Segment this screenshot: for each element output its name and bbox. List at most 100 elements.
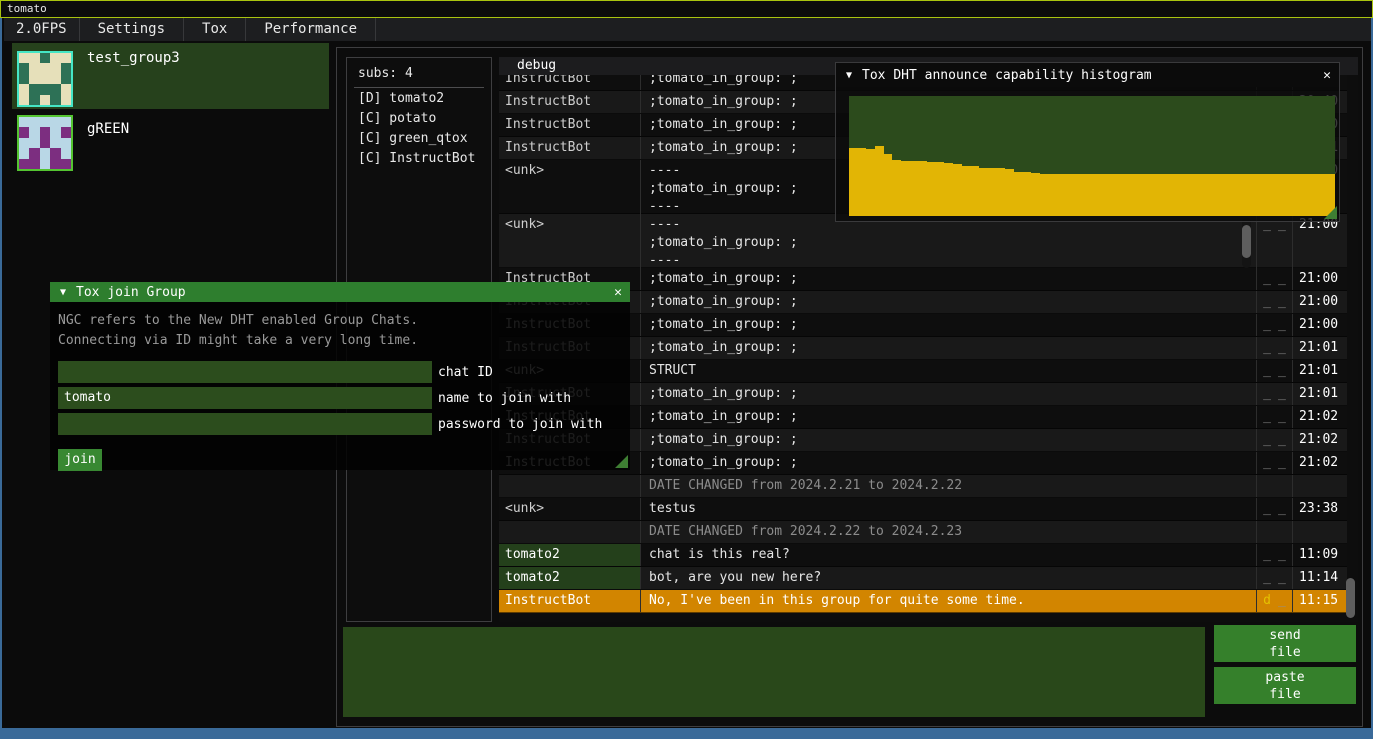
- message-status: [1256, 475, 1292, 497]
- chat-id-field[interactable]: [58, 361, 432, 383]
- message-time: 11:14: [1292, 567, 1347, 589]
- message-text: testus: [640, 498, 1256, 520]
- message-status: __: [1256, 429, 1292, 451]
- histogram-bar: [1257, 174, 1266, 216]
- chat-scrollbar-thumb[interactable]: [1346, 578, 1355, 618]
- resize-grip-icon[interactable]: [1324, 206, 1337, 219]
- histogram-bar: [1040, 174, 1049, 216]
- menu-item-tox[interactable]: Tox: [184, 18, 246, 41]
- histogram-bar: [1092, 174, 1101, 216]
- collapse-icon[interactable]: ▼: [60, 287, 66, 298]
- message-text: chat is this real?: [640, 544, 1256, 566]
- sender-name: InstructBot: [499, 590, 640, 612]
- histogram-bar: [1057, 174, 1066, 216]
- menu-bar: 2.0FPS SettingsToxPerformance: [4, 18, 1371, 41]
- message-status: __: [1256, 214, 1292, 270]
- subs-count-label: subs: 4: [347, 58, 491, 87]
- histogram-bar: [1222, 174, 1231, 216]
- join-group-dialog: ▼ Tox join Group ✕ NGC refers to the New…: [50, 282, 630, 470]
- resize-grip-icon[interactable]: [615, 455, 628, 468]
- send-file-button[interactable]: send file: [1214, 625, 1356, 662]
- histogram-bar: [1274, 174, 1283, 216]
- sender-name: tomato2: [499, 567, 640, 589]
- message-cell-scrollbar-thumb[interactable]: [1242, 225, 1251, 258]
- sender-name: InstructBot: [499, 137, 640, 159]
- histogram-bar: [1196, 174, 1205, 216]
- paste-file-button[interactable]: paste file: [1214, 667, 1356, 704]
- histogram-bar: [892, 160, 901, 216]
- message-text: ;tomato_in_group: ;: [640, 337, 1256, 359]
- histogram-bar: [1231, 174, 1240, 216]
- histogram-bar: [901, 161, 910, 216]
- message-time: 23:38: [1292, 498, 1347, 520]
- close-icon[interactable]: ✕: [614, 285, 622, 300]
- histogram-bar: [970, 166, 979, 216]
- histogram-bar: [936, 162, 945, 216]
- message-input[interactable]: [343, 627, 1205, 717]
- histogram-bar: [1170, 174, 1179, 216]
- message-text: ;tomato_in_group: ;: [640, 406, 1256, 428]
- window-titlebar[interactable]: tomato: [0, 0, 1373, 18]
- sender-name: <unk>: [499, 160, 640, 216]
- histogram-bar: [866, 149, 875, 216]
- histogram-bar: [979, 168, 988, 216]
- chat-message-row: tomato2bot, are you new here?__11:14: [499, 567, 1347, 590]
- sender-name: [499, 475, 640, 497]
- join-group-body: NGC refers to the New DHT enabled Group …: [50, 302, 630, 470]
- histogram-bar: [1205, 174, 1214, 216]
- message-status: __: [1256, 498, 1292, 520]
- dht-histogram-plot: [849, 96, 1335, 216]
- message-time: 21:01: [1292, 360, 1347, 382]
- chat-message-row: tomato2chat is this real?__11:09: [499, 544, 1347, 567]
- message-time: 21:00: [1292, 314, 1347, 336]
- histogram-bar: [910, 161, 919, 216]
- join-button[interactable]: join: [58, 449, 102, 471]
- join-group-titlebar[interactable]: ▼ Tox join Group ✕: [50, 282, 630, 302]
- sidebar-group-test_group3[interactable]: test_group3: [12, 43, 329, 109]
- message-text: STRUCT: [640, 360, 1256, 382]
- message-status: __: [1256, 337, 1292, 359]
- message-text: No, I've been in this group for quite so…: [640, 590, 1256, 612]
- histogram-bar: [996, 168, 1005, 216]
- histogram-bar: [1153, 174, 1162, 216]
- message-status: __: [1256, 544, 1292, 566]
- histogram-bar: [884, 154, 893, 216]
- message-text: ;tomato_in_group: ;: [640, 429, 1256, 451]
- sidebar-group-gREEN[interactable]: gREEN: [12, 114, 329, 172]
- member-list-item[interactable]: [C] green_qtox: [347, 128, 491, 148]
- join-name-field[interactable]: tomato: [58, 387, 432, 409]
- member-list-item[interactable]: [C] potato: [347, 108, 491, 128]
- member-list: [D] tomato2[C] potato[C] green_qtox[C] I…: [347, 88, 491, 168]
- histogram-bar: [918, 161, 927, 216]
- histogram-bar: [1300, 174, 1309, 216]
- ngc-description-line1: NGC refers to the New DHT enabled Group …: [50, 302, 630, 331]
- histogram-bar: [1109, 174, 1118, 216]
- close-icon[interactable]: ✕: [1323, 68, 1331, 83]
- message-time: 21:02: [1292, 429, 1347, 451]
- message-text: ;tomato_in_group: ;: [640, 383, 1256, 405]
- message-status: __: [1256, 291, 1292, 313]
- menu-item-settings[interactable]: Settings: [80, 18, 184, 41]
- chat-message-row: <unk>----;tomato_in_group: ;----__21:00: [499, 214, 1347, 268]
- member-list-item[interactable]: [C] InstructBot: [347, 148, 491, 168]
- join-password-field[interactable]: [58, 413, 432, 435]
- menu-item-performance[interactable]: Performance: [246, 18, 376, 41]
- histogram-bar: [1265, 174, 1274, 216]
- sender-name: <unk>: [499, 498, 640, 520]
- dht-histogram-titlebar[interactable]: ▼ Tox DHT announce capability histogram …: [836, 63, 1339, 87]
- app-content: 2.0FPS SettingsToxPerformance test_group…: [2, 0, 1371, 728]
- paste-file-button-line1: paste: [1214, 669, 1356, 686]
- histogram-bar: [1118, 174, 1127, 216]
- histogram-bar: [962, 166, 971, 216]
- dht-histogram-title: Tox DHT announce capability histogram: [862, 68, 1152, 83]
- histogram-bar: [1179, 174, 1188, 216]
- fps-indicator: 2.0FPS: [4, 18, 80, 41]
- collapse-icon[interactable]: ▼: [846, 70, 852, 81]
- message-status: __: [1256, 383, 1292, 405]
- sender-name: InstructBot: [499, 91, 640, 113]
- message-text: DATE CHANGED from 2024.2.21 to 2024.2.22: [640, 475, 1256, 497]
- histogram-bar: [1066, 174, 1075, 216]
- member-list-item[interactable]: [D] tomato2: [347, 88, 491, 108]
- message-status: __: [1256, 406, 1292, 428]
- histogram-bar: [1100, 174, 1109, 216]
